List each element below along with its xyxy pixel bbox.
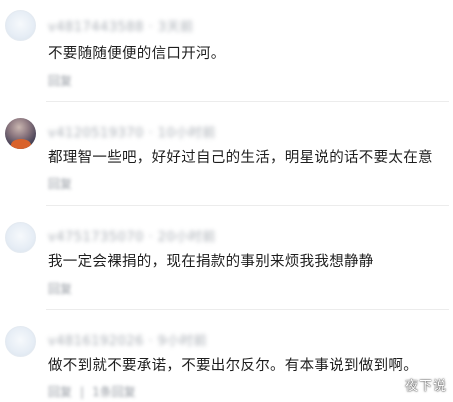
comment-text: 不要随随便便的信口开河。 xyxy=(48,46,226,62)
comment-actions: 回复 | 1条回复 xyxy=(48,383,136,400)
reply-button[interactable]: 回复 xyxy=(48,72,72,89)
view-replies-button[interactable]: 1条回复 xyxy=(92,385,136,399)
comment-meta: v4817443588 · 3天前 xyxy=(48,20,194,35)
reply-button[interactable]: 回复 xyxy=(48,280,72,297)
comment-text: 都理智一些吧，好好过自己的生活，明星说的话不要太在意 xyxy=(48,150,433,166)
comment-divider xyxy=(46,101,449,102)
comment-meta: v4120519370 · 10小时前 xyxy=(48,126,216,141)
comment-text: 做不到就不要承诺，不要出尔反尔。有本事说到做到啊。 xyxy=(48,358,418,374)
user-avatar[interactable] xyxy=(5,118,36,149)
reply-label: 回复 xyxy=(48,282,73,296)
reply-label: 回复 xyxy=(48,177,73,191)
action-separator: | xyxy=(80,385,85,399)
comment-divider xyxy=(46,205,449,206)
comment-meta: v4816192026 · 9小时前 xyxy=(48,334,208,349)
watermark: 夜下说 xyxy=(404,379,447,394)
reply-button[interactable]: 回复 xyxy=(48,175,72,192)
user-avatar[interactable] xyxy=(5,222,36,253)
user-avatar[interactable] xyxy=(5,326,36,357)
comment-text: 我一定会裸捐的，现在捐款的事别来烦我我想静静 xyxy=(48,254,374,270)
comment-divider xyxy=(46,309,449,310)
comment-meta: v4751735070 · 20小时前 xyxy=(48,230,216,245)
user-avatar[interactable] xyxy=(5,10,36,41)
reply-label: 回复 xyxy=(48,74,73,88)
reply-button[interactable]: 回复 xyxy=(48,385,72,399)
